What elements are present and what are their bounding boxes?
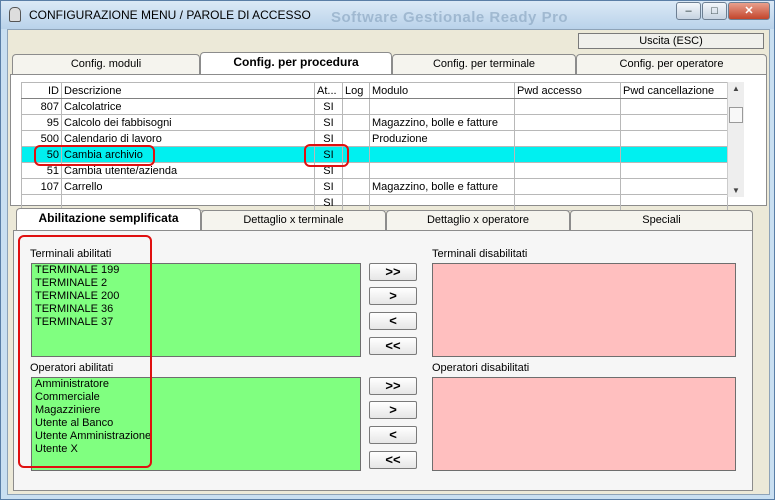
tab-config-per-operatore[interactable]: Config. per operatore xyxy=(576,54,767,74)
cell-attivo[interactable]: SI xyxy=(314,98,343,115)
cell-descrizione[interactable]: Carrello xyxy=(61,178,315,195)
column-header-pwd-cancellazione[interactable]: Pwd cancellazione xyxy=(620,82,728,99)
operatori-move-right-button[interactable]: > xyxy=(369,401,417,419)
scroll-down-icon[interactable]: ▼ xyxy=(732,186,740,195)
column-header-pwd-accesso[interactable]: Pwd accesso xyxy=(514,82,621,99)
table-row[interactable]: 807 Calcolatrice SI xyxy=(21,98,728,115)
tab-abilitazione-semplificata[interactable]: Abilitazione semplificata xyxy=(16,208,201,230)
cell-pwd-accesso[interactable] xyxy=(514,162,621,179)
tab-speciali[interactable]: Speciali xyxy=(570,210,753,230)
annotation-highlight-abilitati xyxy=(18,235,152,468)
tab-dettaglio-x-operatore[interactable]: Dettaglio x operatore xyxy=(386,210,570,230)
cell-attivo[interactable]: SI xyxy=(314,194,343,211)
cell-modulo[interactable] xyxy=(369,162,515,179)
column-header-attivo[interactable]: At... xyxy=(314,82,343,99)
cell-modulo[interactable]: Produzione xyxy=(369,130,515,147)
title-bar[interactable]: Software Gestionale Ready Pro CONFIGURAZ… xyxy=(1,1,774,29)
cell-modulo[interactable] xyxy=(369,146,515,163)
scroll-up-icon[interactable]: ▲ xyxy=(732,84,740,93)
cell-pwd-accesso[interactable] xyxy=(514,130,621,147)
terminali-disabilitati-label: Terminali disabilitati xyxy=(432,248,528,260)
cell-pwd-cancellazione[interactable] xyxy=(620,146,728,163)
cell-log[interactable] xyxy=(342,130,370,147)
cell-descrizione[interactable]: Calcolatrice xyxy=(61,98,315,115)
tab-dettaglio-x-terminale[interactable]: Dettaglio x terminale xyxy=(201,210,386,230)
tab-config-per-procedura[interactable]: Config. per procedura xyxy=(200,52,392,74)
operatori-disabilitati-list[interactable] xyxy=(432,377,736,471)
cell-pwd-cancellazione[interactable] xyxy=(620,130,728,147)
cell-modulo[interactable]: Magazzino, bolle e fatture xyxy=(369,178,515,195)
window-title: CONFIGURAZIONE MENU / PAROLE DI ACCESSO xyxy=(29,8,311,22)
table-row[interactable]: 95 Calcolo dei fabbisogni SI Magazzino, … xyxy=(21,114,728,131)
cell-descrizione[interactable]: Calcolo dei fabbisogni xyxy=(61,114,315,131)
cell-pwd-cancellazione[interactable] xyxy=(620,194,728,211)
column-header-modulo[interactable]: Modulo xyxy=(369,82,515,99)
main-window: Software Gestionale Ready Pro CONFIGURAZ… xyxy=(0,0,775,500)
maximize-button[interactable]: □ xyxy=(702,2,727,20)
uscita-button[interactable]: Uscita (ESC) xyxy=(578,33,764,49)
tab-config-per-terminale[interactable]: Config. per terminale xyxy=(392,54,576,74)
cell-modulo[interactable]: Magazzino, bolle e fatture xyxy=(369,114,515,131)
terminali-move-all-left-button[interactable]: << xyxy=(369,337,417,355)
grid-scrollbar[interactable]: ▲ ▼ xyxy=(727,82,744,197)
cell-pwd-cancellazione[interactable] xyxy=(620,98,728,115)
cell-log[interactable] xyxy=(342,114,370,131)
cell-modulo[interactable] xyxy=(369,98,515,115)
operatori-disabilitati-label: Operatori disabilitati xyxy=(432,362,530,374)
cell-pwd-cancellazione[interactable] xyxy=(620,178,728,195)
cell-id[interactable]: 807 xyxy=(21,98,62,115)
tab-config-moduli[interactable]: Config. moduli xyxy=(12,54,200,74)
close-button[interactable]: ✕ xyxy=(728,2,770,20)
operatori-move-all-right-button[interactable]: >> xyxy=(369,377,417,395)
scrollbar-thumb[interactable] xyxy=(729,107,743,123)
cell-id[interactable]: 95 xyxy=(21,114,62,131)
cell-modulo[interactable] xyxy=(369,194,515,211)
cell-pwd-accesso[interactable] xyxy=(514,194,621,211)
terminali-move-left-button[interactable]: < xyxy=(369,312,417,330)
cell-id[interactable]: 107 xyxy=(21,178,62,195)
cell-pwd-cancellazione[interactable] xyxy=(620,162,728,179)
column-header-id[interactable]: ID xyxy=(21,82,62,99)
column-header-descrizione[interactable]: Descrizione xyxy=(61,82,315,99)
grid-header-row: ID Descrizione At... Log Modulo Pwd acce… xyxy=(21,82,728,99)
table-row[interactable]: 107 Carrello SI Magazzino, bolle e fattu… xyxy=(21,178,728,195)
lock-icon xyxy=(9,7,21,22)
cell-pwd-cancellazione[interactable] xyxy=(620,114,728,131)
cell-pwd-accesso[interactable] xyxy=(514,146,621,163)
cell-log[interactable] xyxy=(342,194,370,211)
minimize-button[interactable]: – xyxy=(676,2,701,20)
annotation-highlight-attivo xyxy=(304,144,349,167)
terminali-move-all-right-button[interactable]: >> xyxy=(369,263,417,281)
annotation-highlight-descrizione xyxy=(34,145,155,166)
cell-attivo[interactable]: SI xyxy=(314,178,343,195)
operatori-move-left-button[interactable]: < xyxy=(369,426,417,444)
terminali-disabilitati-list[interactable] xyxy=(432,263,736,357)
cell-pwd-accesso[interactable] xyxy=(514,114,621,131)
operatori-move-all-left-button[interactable]: << xyxy=(369,451,417,469)
cell-pwd-accesso[interactable] xyxy=(514,178,621,195)
terminali-move-right-button[interactable]: > xyxy=(369,287,417,305)
cell-pwd-accesso[interactable] xyxy=(514,98,621,115)
column-header-log[interactable]: Log xyxy=(342,82,370,99)
cell-attivo[interactable]: SI xyxy=(314,114,343,131)
procedure-panel: ID Descrizione At... Log Modulo Pwd acce… xyxy=(10,74,767,211)
cell-log[interactable] xyxy=(342,178,370,195)
cell-log[interactable] xyxy=(342,98,370,115)
background-window-title: Software Gestionale Ready Pro xyxy=(331,9,569,26)
